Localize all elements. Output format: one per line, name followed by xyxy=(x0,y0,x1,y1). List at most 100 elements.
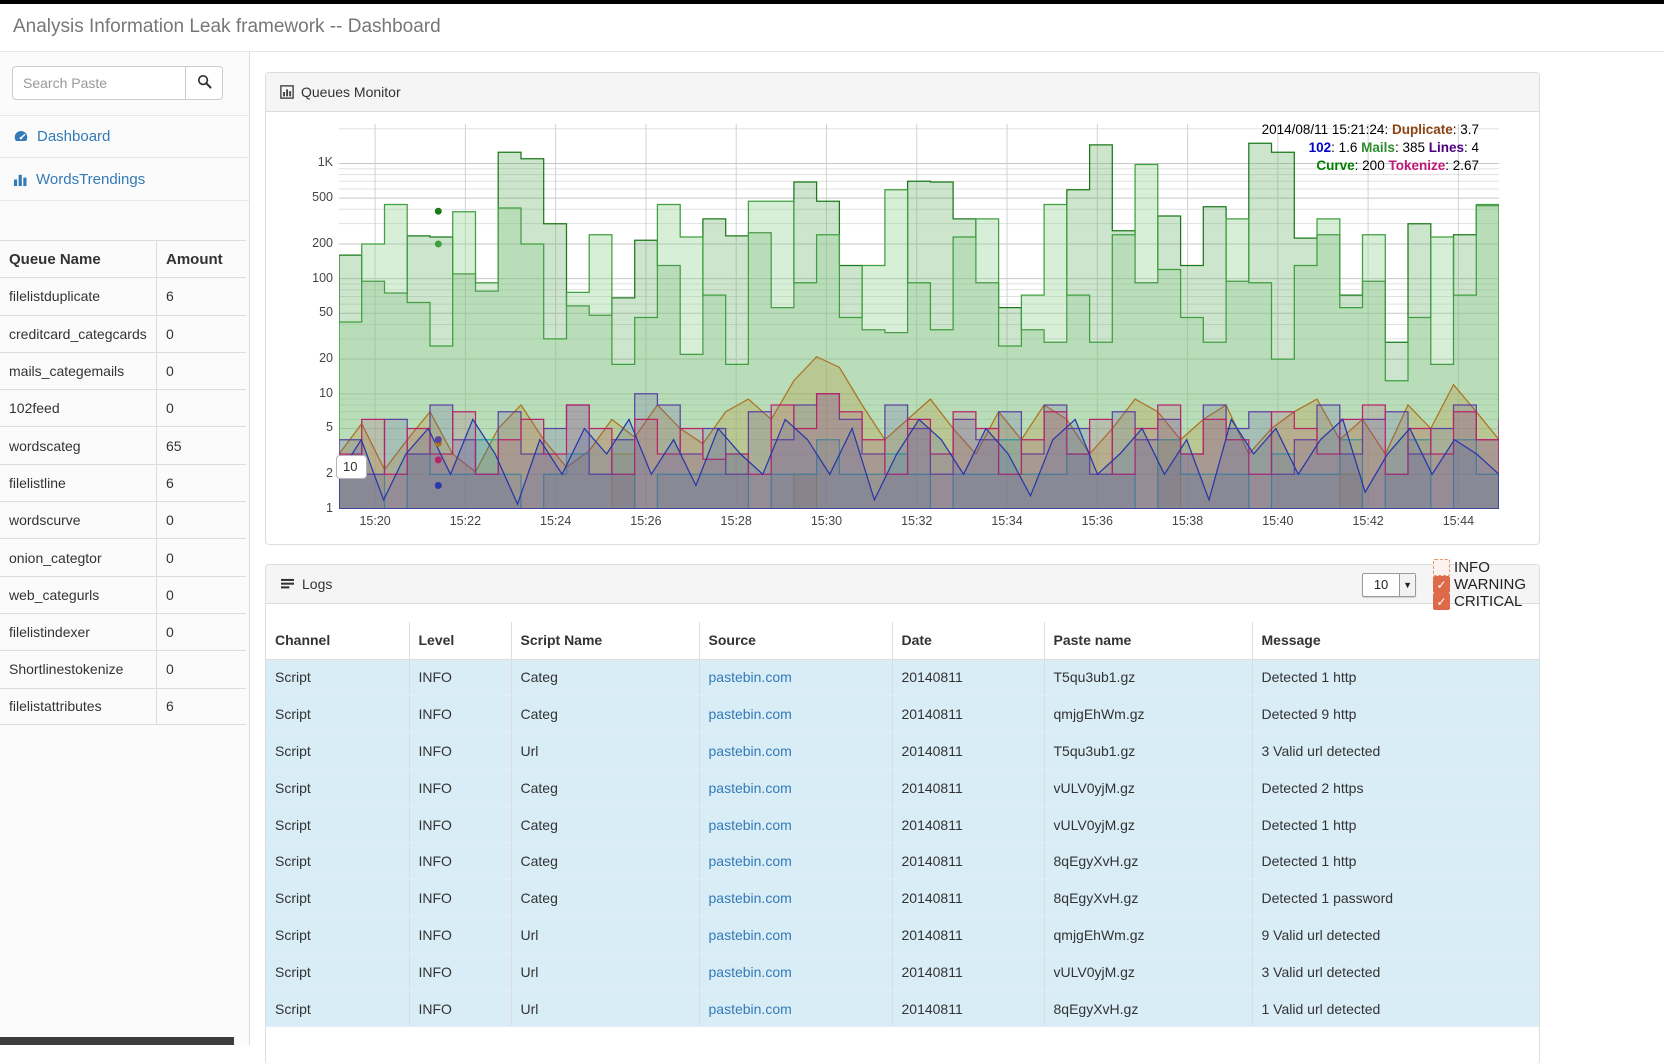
search-button[interactable] xyxy=(185,66,223,100)
log-cell: pastebin.com xyxy=(699,733,892,770)
log-row: ScriptINFOCategpastebin.com20140811T5qu3… xyxy=(266,659,1539,696)
source-link[interactable]: pastebin.com xyxy=(709,927,792,943)
log-cell: Categ xyxy=(511,806,699,843)
search-group xyxy=(12,66,223,100)
legend-segment: : 200 xyxy=(1355,158,1389,173)
legend-segment: Duplicate xyxy=(1392,122,1453,137)
log-cell: 1 Valid url detected xyxy=(1252,990,1539,1027)
y-axis-tick: 20 xyxy=(291,351,333,365)
queue-amount-cell: 0 xyxy=(157,363,245,379)
log-cell: INFO xyxy=(409,806,511,843)
checkbox-checked-icon[interactable]: ✓ xyxy=(1433,576,1450,593)
log-cell: 8qEgyXvH.gz xyxy=(1044,990,1252,1027)
legend-segment: : 4 xyxy=(1464,140,1479,155)
queue-amount-cell: 6 xyxy=(157,288,245,304)
log-cell: Detected 1 password xyxy=(1252,880,1539,917)
log-cell: pastebin.com xyxy=(699,843,892,880)
log-cell: INFO xyxy=(409,769,511,806)
sidebar-item-dashboard[interactable]: Dashboard xyxy=(0,116,249,158)
chart-zoom-box[interactable]: 10 xyxy=(336,455,367,479)
source-link[interactable]: pastebin.com xyxy=(709,964,792,980)
search-input[interactable] xyxy=(12,66,185,100)
logs-heading: Logs 10 ▼ INFO✓WARNING✓CRITICAL xyxy=(266,565,1539,604)
source-link[interactable]: pastebin.com xyxy=(709,817,792,833)
queue-row: 102feed0 xyxy=(0,389,246,426)
log-cell: INFO xyxy=(409,733,511,770)
logs-column-header: Level xyxy=(409,622,511,659)
sidebar-item-wordstrendings[interactable]: WordsTrendings xyxy=(0,158,249,201)
log-cell: Script xyxy=(266,806,409,843)
queues-chart-area: 2014/08/11 15:21:24: Duplicate: 3.7102 : … xyxy=(339,124,1499,509)
y-axis-tick: 2 xyxy=(291,466,333,480)
logs-panel: Logs 10 ▼ INFO✓WARNING✓CRITICAL ChannelL… xyxy=(265,564,1540,1064)
log-cell: pastebin.com xyxy=(699,659,892,696)
x-axis-tick: 15:38 xyxy=(1161,514,1215,528)
legend-segment: Tokenize xyxy=(1388,158,1445,173)
filter-info[interactable]: INFO xyxy=(1433,559,1526,576)
source-link[interactable]: pastebin.com xyxy=(709,853,792,869)
sidebar-scrollbar[interactable] xyxy=(0,1037,234,1045)
legend-segment: : 2.67 xyxy=(1445,158,1479,173)
queue-row: Shortlinestokenize0 xyxy=(0,650,246,687)
queue-name-cell: filelistindexer xyxy=(0,614,157,650)
checkbox-checked-icon[interactable]: ✓ xyxy=(1433,593,1450,610)
hover-marker xyxy=(435,208,442,215)
page-size-value: 10 xyxy=(1363,577,1399,592)
log-cell: pastebin.com xyxy=(699,696,892,733)
log-cell: Detected 1 http xyxy=(1252,659,1539,696)
log-cell: Detected 1 http xyxy=(1252,843,1539,880)
x-axis-tick: 15:34 xyxy=(980,514,1034,528)
source-link[interactable]: pastebin.com xyxy=(709,1001,792,1017)
page-size-select[interactable]: 10 ▼ xyxy=(1362,573,1416,597)
log-cell: Script xyxy=(266,696,409,733)
log-row: ScriptINFOCategpastebin.com201408118qEgy… xyxy=(266,843,1539,880)
log-cell: Script xyxy=(266,917,409,954)
filter-critical[interactable]: ✓CRITICAL xyxy=(1433,593,1526,610)
queue-name-cell: filelistduplicate xyxy=(0,278,157,314)
x-axis-tick: 15:20 xyxy=(348,514,402,528)
source-link[interactable]: pastebin.com xyxy=(709,890,792,906)
y-axis-tick: 1 xyxy=(291,501,333,515)
header-bar: Analysis Information Leak framework -- D… xyxy=(0,4,1664,52)
source-link[interactable]: pastebin.com xyxy=(709,669,792,685)
queue-table: Queue NameAmountfilelistduplicate6credit… xyxy=(0,240,246,725)
queue-name-cell: creditcard_categcards xyxy=(0,316,157,352)
hover-marker xyxy=(435,456,442,463)
queues-chart[interactable] xyxy=(339,124,1499,509)
queue-name-cell: Shortlinestokenize xyxy=(0,651,157,687)
log-cell: 20140811 xyxy=(892,659,1044,696)
queue-name-cell: onion_categtor xyxy=(0,539,157,575)
log-cell: 20140811 xyxy=(892,917,1044,954)
log-cell: Detected 1 http xyxy=(1252,806,1539,843)
log-cell: 9 Valid url detected xyxy=(1252,917,1539,954)
queue-row: filelistattributes6 xyxy=(0,688,246,725)
log-cell: vULV0yjM.gz xyxy=(1044,806,1252,843)
y-axis-tick: 1K xyxy=(291,155,333,169)
queue-name-header: Queue Name xyxy=(0,241,157,277)
log-cell: INFO xyxy=(409,990,511,1027)
legend-line: 2014/08/11 15:21:24: Duplicate: 3.7 xyxy=(1262,121,1479,139)
x-axis-tick: 15:40 xyxy=(1251,514,1305,528)
source-link[interactable]: pastebin.com xyxy=(709,743,792,759)
source-link[interactable]: pastebin.com xyxy=(709,706,792,722)
filter-label: CRITICAL xyxy=(1454,593,1522,610)
hover-marker xyxy=(435,482,442,489)
checkbox-unchecked-icon[interactable] xyxy=(1433,559,1450,576)
queues-monitor-heading: Queues Monitor xyxy=(266,73,1539,112)
source-link[interactable]: pastebin.com xyxy=(709,780,792,796)
queue-amount-cell: 65 xyxy=(157,438,245,454)
log-cell: vULV0yjM.gz xyxy=(1044,769,1252,806)
log-row: ScriptINFOCategpastebin.com20140811vULV0… xyxy=(266,769,1539,806)
legend-segment: 102 xyxy=(1309,140,1332,155)
y-axis-tick: 10 xyxy=(291,386,333,400)
ail-dashboard: Analysis Information Leak framework -- D… xyxy=(0,0,1664,1045)
log-cell: Detected 2 https xyxy=(1252,769,1539,806)
log-cell: Detected 9 http xyxy=(1252,696,1539,733)
log-cell: Script xyxy=(266,659,409,696)
legend-segment: Curve xyxy=(1316,158,1354,173)
queue-name-cell: wordscurve xyxy=(0,502,157,538)
logs-column-header: Message xyxy=(1252,622,1539,659)
queue-table-header: Queue NameAmount xyxy=(0,240,246,277)
log-cell: Categ xyxy=(511,696,699,733)
filter-warning[interactable]: ✓WARNING xyxy=(1433,576,1526,593)
